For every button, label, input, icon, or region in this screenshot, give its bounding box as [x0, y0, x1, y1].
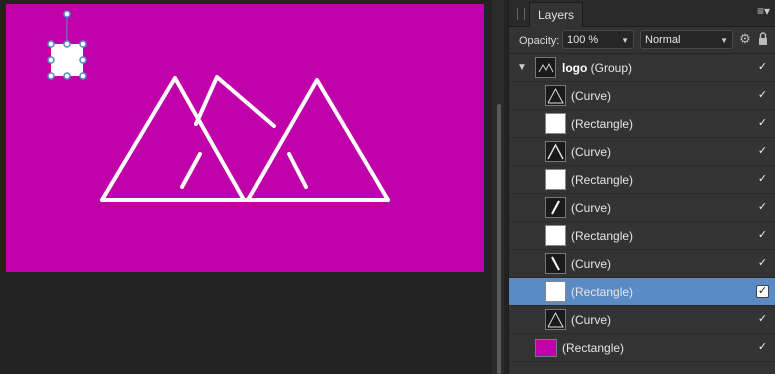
layer-name: (Rectangle): [562, 341, 625, 355]
layer-row[interactable]: (Curve) ✓: [509, 250, 775, 278]
artboard[interactable]: [6, 4, 484, 272]
grip-icon[interactable]: [517, 8, 525, 20]
visibility-checkbox[interactable]: ✓: [757, 146, 768, 157]
scroll-thumb[interactable]: [497, 104, 501, 374]
layer-name: (Rectangle): [571, 285, 634, 299]
group-thumbnail: [535, 57, 556, 78]
layer-name: (Curve): [571, 313, 612, 327]
rotate-handle[interactable]: [63, 10, 71, 18]
resize-handle[interactable]: [63, 40, 71, 48]
opacity-value: 100 %: [567, 34, 599, 46]
layer-row-group[interactable]: ▼ logo (Group) ✓: [509, 54, 775, 82]
curve-thumbnail: [545, 253, 566, 274]
layer-row-background[interactable]: (Rectangle) ✓: [509, 334, 775, 362]
layer-row[interactable]: (Curve) ✓: [509, 194, 775, 222]
rectangle-thumbnail: [545, 169, 566, 190]
layer-row[interactable]: (Rectangle) ✓: [509, 222, 775, 250]
blend-mode-select[interactable]: Normal ▼: [640, 30, 733, 49]
opacity-row: Opacity: 100 % ▼ Normal ▼ ⚙: [509, 27, 775, 54]
layer-row[interactable]: (Curve) ✓: [509, 306, 775, 334]
resize-handle[interactable]: [47, 72, 55, 80]
blend-mode-value: Normal: [645, 34, 681, 46]
resize-handle[interactable]: [47, 56, 55, 64]
resize-handle[interactable]: [79, 40, 87, 48]
visibility-checkbox[interactable]: ✓: [757, 314, 768, 325]
visibility-checkbox[interactable]: ✓: [757, 230, 768, 241]
resize-handle[interactable]: [79, 72, 87, 80]
group-kind: (Group): [590, 61, 633, 75]
collapse-triangle-icon[interactable]: ▼: [517, 62, 527, 73]
layers-list: ▼ logo (Group) ✓ (Curve) ✓ (Rectangle) ✓…: [509, 54, 775, 362]
curve-thumbnail: [545, 197, 566, 218]
background-thumbnail: [535, 339, 557, 357]
layer-row[interactable]: (Curve) ✓: [509, 82, 775, 110]
visibility-checkbox[interactable]: ✓: [757, 342, 768, 353]
layer-row[interactable]: (Curve) ✓: [509, 138, 775, 166]
layer-name-group: logo (Group): [562, 61, 632, 75]
lock-icon[interactable]: [757, 31, 769, 47]
visibility-checkbox[interactable]: ✓: [757, 202, 768, 213]
visibility-checkbox[interactable]: ✓: [757, 174, 768, 185]
layer-name: (Curve): [571, 145, 612, 159]
rectangle-thumbnail: [545, 281, 566, 302]
layer-row[interactable]: (Rectangle) ✓: [509, 166, 775, 194]
layers-panel: Layers ≡▾ Opacity: 100 % ▼ Normal ▼ ⚙ ▼ …: [508, 0, 775, 374]
curve-thumbnail: [545, 85, 566, 106]
layer-name: (Rectangle): [571, 229, 634, 243]
resize-handle[interactable]: [47, 40, 55, 48]
chevron-down-icon[interactable]: ▼: [621, 31, 629, 50]
visibility-checkbox[interactable]: ✓: [757, 118, 768, 129]
rectangle-thumbnail: [545, 225, 566, 246]
layer-name: (Curve): [571, 257, 612, 271]
layer-name: (Rectangle): [571, 173, 634, 187]
panel-header: Layers ≡▾: [509, 0, 775, 27]
chevron-down-icon[interactable]: ▼: [720, 31, 728, 50]
gear-icon[interactable]: ⚙: [738, 31, 752, 47]
visibility-checkbox[interactable]: ✓: [757, 62, 768, 73]
curve-thumbnail: [545, 141, 566, 162]
visibility-checkbox[interactable]: ✓: [756, 285, 769, 298]
rectangle-thumbnail: [545, 113, 566, 134]
tab-layers[interactable]: Layers: [529, 2, 584, 27]
layer-name: (Curve): [571, 201, 612, 215]
layer-row[interactable]: (Rectangle) ✓: [509, 110, 775, 138]
resize-handle[interactable]: [63, 72, 71, 80]
visibility-checkbox[interactable]: ✓: [757, 258, 768, 269]
hamburger-menu-icon[interactable]: ≡▾: [757, 4, 770, 18]
resize-handle[interactable]: [79, 56, 87, 64]
layer-row-selected[interactable]: (Rectangle) ✓: [509, 278, 775, 306]
canvas-area[interactable]: [0, 0, 490, 374]
visibility-checkbox[interactable]: ✓: [757, 90, 768, 101]
opacity-label: Opacity:: [519, 35, 560, 47]
opacity-field[interactable]: 100 % ▼: [562, 30, 634, 49]
layer-name: (Rectangle): [571, 117, 634, 131]
curve-thumbnail: [545, 309, 566, 330]
layer-name: (Curve): [571, 89, 612, 103]
vertical-scrollbar[interactable]: [492, 0, 504, 374]
group-name: logo: [562, 61, 588, 75]
